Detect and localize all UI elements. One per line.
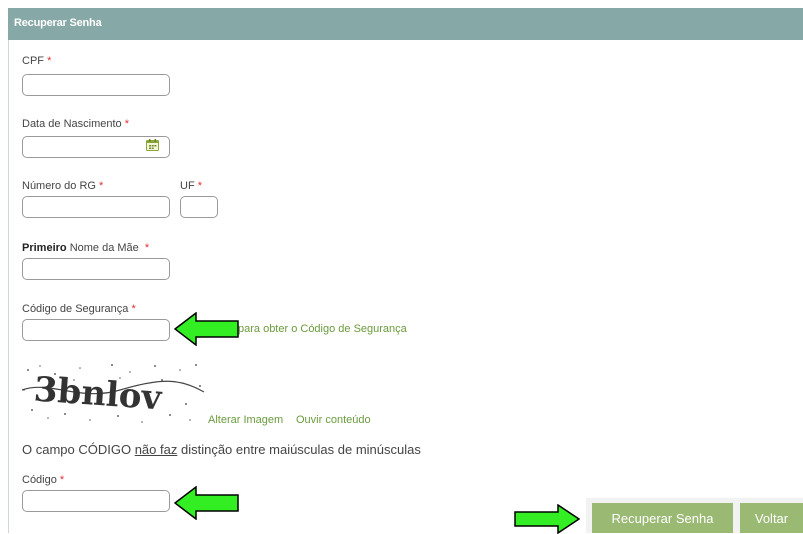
code-label: Código *	[22, 474, 64, 486]
required-mark: *	[144, 242, 150, 254]
cpf-input[interactable]	[22, 74, 170, 96]
required-mark: *	[124, 118, 130, 130]
uf-label: UF *	[180, 180, 202, 192]
birth-date-label-text: Data de Nascimento	[22, 118, 122, 130]
case-note: O campo CÓDIGO não faz distinção entre m…	[22, 442, 421, 457]
rg-label: Número do RG *	[22, 180, 103, 192]
code-input[interactable]	[22, 490, 170, 512]
back-button[interactable]: Voltar	[740, 503, 803, 533]
birth-date-label: Data de Nascimento *	[22, 118, 129, 130]
required-mark: *	[99, 180, 104, 192]
panel-header: Recuperar Senha	[8, 8, 803, 40]
captcha-image: 3bnlov	[20, 360, 206, 426]
required-mark: *	[131, 303, 136, 315]
mother-name-input[interactable]	[22, 258, 170, 280]
calendar-icon[interactable]	[146, 139, 159, 151]
cpf-label-text: CPF	[22, 55, 44, 67]
panel-border	[8, 40, 9, 533]
mother-name-label-text: Nome da Mãe	[66, 242, 139, 254]
mother-name-label-bold: Primeiro	[22, 242, 67, 254]
cpf-label: CPF *	[22, 55, 51, 67]
required-mark: *	[197, 180, 203, 192]
mother-name-label: Primeiro Nome da Mãe *	[22, 242, 149, 254]
uf-label-text: UF	[180, 180, 195, 192]
security-code-input[interactable]	[22, 319, 170, 341]
uf-input[interactable]	[180, 196, 218, 218]
security-code-label-text: Código de Segurança	[22, 303, 129, 315]
rg-label-text: Número do RG	[22, 180, 96, 192]
recover-password-button[interactable]: Recuperar Senha	[592, 503, 733, 533]
case-note-before: O campo CÓDIGO	[22, 442, 135, 457]
get-security-code-link[interactable]: para obter o Código de Segurança	[238, 323, 407, 335]
required-mark: *	[47, 55, 52, 67]
case-note-underlined: não faz	[134, 442, 178, 457]
case-note-after: distinção entre maiúsculas de minúsculas	[177, 442, 421, 457]
rg-input[interactable]	[22, 196, 170, 218]
listen-content-link[interactable]: Ouvir conteúdo	[296, 414, 371, 426]
arrow-right-icon	[514, 504, 580, 534]
change-image-link[interactable]: Alterar Imagem	[208, 414, 283, 426]
arrow-left-icon	[174, 486, 239, 520]
security-code-label: Código de Segurança *	[22, 303, 136, 315]
required-mark: *	[59, 474, 65, 486]
arrow-left-icon	[174, 312, 239, 346]
code-label-text: Código	[22, 474, 57, 486]
panel-title: Recuperar Senha	[14, 17, 102, 29]
